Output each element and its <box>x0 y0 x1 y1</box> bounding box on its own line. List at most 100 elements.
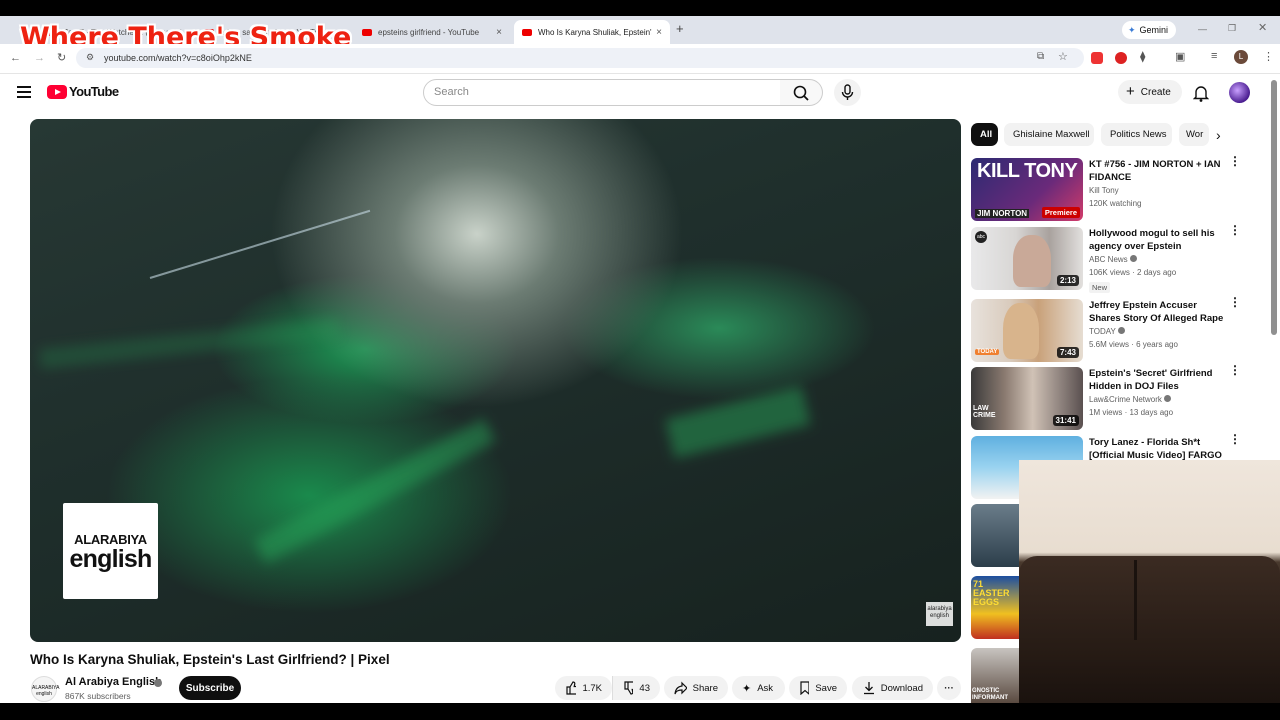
new-tab-button[interactable]: + <box>676 21 684 36</box>
extensions-icon[interactable]: ⧫ <box>1140 50 1145 63</box>
channel-label: Law&Crime Network <box>1089 395 1162 404</box>
green-glow <box>665 385 811 459</box>
video-thumbnail[interactable]: KILL TONY JIM NORTON Premiere <box>971 158 1083 221</box>
light-streak <box>149 209 371 279</box>
share-button[interactable]: Share <box>664 676 728 700</box>
reading-list-icon[interactable]: ≡ <box>1211 50 1217 62</box>
video-thumbnail-partial[interactable] <box>971 504 1019 567</box>
recommendation-title[interactable]: Hollywood mogul to sell his agency over … <box>1089 227 1225 253</box>
today-logo: TODAY <box>975 349 1000 355</box>
search-input[interactable]: Search <box>423 79 781 106</box>
forward-icon[interactable]: → <box>34 52 45 64</box>
more-actions-button[interactable]: ··· <box>937 676 961 700</box>
duration-badge: 7:43 <box>1056 347 1079 358</box>
subscribe-button[interactable]: Subscribe <box>179 676 241 700</box>
back-icon[interactable]: ← <box>10 52 21 64</box>
watermark-line-1: alarabiya <box>927 606 952 612</box>
account-avatar[interactable] <box>1229 82 1250 103</box>
bottom-black-bar <box>0 703 1280 720</box>
recommendation-title[interactable]: KT #756 - JIM NORTON + IAN FIDANCE <box>1089 158 1225 184</box>
window-close-icon[interactable]: ✕ <box>1258 21 1267 34</box>
chip-partial[interactable]: Wor <box>1179 123 1209 146</box>
bookmark-star-icon[interactable]: ☆ <box>1058 50 1068 63</box>
more-vert-icon[interactable]: ⋮ <box>1229 155 1241 172</box>
split-view-icon[interactable]: ▣ <box>1175 50 1185 63</box>
channel-watermark[interactable]: alarabiya english <box>926 602 953 626</box>
youtube-play-logo-icon <box>47 84 67 99</box>
browser-tab-3[interactable]: epsteins girlfriend - YouTube × <box>354 20 510 44</box>
menu-icon[interactable] <box>17 86 31 98</box>
subscriber-count: 867K subscribers <box>65 691 131 701</box>
video-thumbnail[interactable]: TODAY 7:43 <box>971 299 1083 362</box>
close-icon[interactable]: × <box>652 27 666 38</box>
url-text[interactable]: youtube.com/watch?v=c8oiOhp2kNE <box>104 53 252 63</box>
chip-politics-news[interactable]: Politics News <box>1101 123 1172 146</box>
share-icon <box>674 681 687 695</box>
browser-tab-active[interactable]: Who Is Karyna Shuliak, Epstein's × <box>514 20 670 44</box>
ask-button[interactable]: ✦ Ask <box>732 676 785 700</box>
profile-avatar[interactable]: L <box>1234 50 1248 64</box>
more-vert-icon[interactable]: ⋮ <box>1229 296 1241 313</box>
voice-search-button[interactable] <box>834 79 861 106</box>
dislike-icon <box>624 681 634 695</box>
like-count: 1.7K <box>582 682 602 694</box>
tab-label: Who Is Karyna Shuliak, Epstein's <box>538 27 652 37</box>
video-thumbnail-partial[interactable]: GNOSTIC INFORMANT <box>971 648 1019 703</box>
recommendation-title[interactable]: Jeffrey Epstein Accuser Shares Story Of … <box>1089 299 1225 325</box>
create-button[interactable]: + Create <box>1118 80 1182 104</box>
chevron-right-icon[interactable]: › <box>1216 127 1221 143</box>
recommendation-title[interactable]: Epstein's 'Secret' Girlfriend Hidden in … <box>1089 367 1225 393</box>
more-vert-icon[interactable]: ⋮ <box>1229 224 1241 241</box>
video-thumbnail-partial[interactable]: 71 EASTER EGGS <box>971 576 1019 639</box>
video-player[interactable] <box>30 119 961 642</box>
adblock-extension-icon[interactable] <box>1091 52 1103 64</box>
search-icon <box>793 85 809 101</box>
reload-icon[interactable]: ↻ <box>57 51 66 64</box>
channel-name[interactable]: Al Arabiya English <box>65 676 162 688</box>
channel-label: TODAY <box>1089 327 1116 336</box>
install-app-icon[interactable]: ⧉ <box>1037 51 1044 62</box>
close-icon[interactable]: × <box>492 27 506 38</box>
recommendation-item[interactable]: LAW CRIME 31:41 Epstein's 'Secret' Girlf… <box>971 364 1271 431</box>
recommendation-title[interactable]: Tory Lanez - Florida Sh*t [Official Musi… <box>1089 436 1225 462</box>
recommendation-channel[interactable]: ABC News <box>1089 255 1137 264</box>
site-info-icon[interactable]: ⚙ <box>86 52 94 63</box>
download-label: Download <box>880 682 923 694</box>
save-button[interactable]: Save <box>789 676 847 700</box>
search-button[interactable] <box>780 79 823 106</box>
recommendation-item[interactable]: abc 2:13 Hollywood mogul to sell his age… <box>971 224 1271 293</box>
like-button[interactable]: 1.7K <box>555 676 612 700</box>
minimize-icon[interactable]: — <box>1198 24 1207 34</box>
recommendation-channel[interactable]: TODAY <box>1089 327 1125 336</box>
green-glow <box>38 317 340 369</box>
channel-avatar[interactable]: ALARABIYA english <box>31 676 59 702</box>
video-thumbnail[interactable]: abc 2:13 <box>971 227 1083 290</box>
browser-menu-icon[interactable]: ⋮ <box>1263 50 1274 63</box>
youtube-favicon-icon <box>522 28 532 36</box>
recommendation-channel[interactable]: Law&Crime Network <box>1089 395 1172 404</box>
chip-ghislaine-maxwell[interactable]: Ghislaine Maxwell <box>1004 123 1094 146</box>
create-label: Create <box>1140 86 1171 98</box>
plus-icon: + <box>1126 83 1135 100</box>
channel-label: ABC News <box>1089 255 1128 264</box>
more-vert-icon[interactable]: ⋮ <box>1229 433 1241 450</box>
chip-all[interactable]: All <box>971 123 998 146</box>
more-vert-icon[interactable]: ⋮ <box>1229 364 1241 381</box>
youtube-logo[interactable]: YouTube <box>47 84 119 99</box>
recommendation-item[interactable]: TODAY 7:43 Jeffrey Epstein Accuser Share… <box>971 296 1271 363</box>
maximize-icon[interactable]: ❐ <box>1228 23 1236 34</box>
video-thumbnail[interactable]: LAW CRIME 31:41 <box>971 367 1083 430</box>
more-icon: ··· <box>944 682 954 694</box>
save-label: Save <box>815 682 837 694</box>
brand-line-2: english <box>69 544 153 573</box>
scrollbar-thumb[interactable] <box>1271 80 1277 335</box>
gemini-sparkle-icon: ✦ <box>1128 24 1136 35</box>
dislike-button[interactable]: 43 <box>612 676 660 700</box>
gemini-button[interactable]: ✦ Gemini <box>1122 21 1176 39</box>
ublock-extension-icon[interactable] <box>1115 52 1127 64</box>
notifications-button[interactable] <box>1193 84 1209 102</box>
recommendation-item[interactable]: KILL TONY JIM NORTON Premiere KT #756 - … <box>971 155 1271 222</box>
verified-icon <box>154 679 162 687</box>
recommendation-channel[interactable]: Kill Tony <box>1089 186 1119 195</box>
download-button[interactable]: Download <box>852 676 933 700</box>
